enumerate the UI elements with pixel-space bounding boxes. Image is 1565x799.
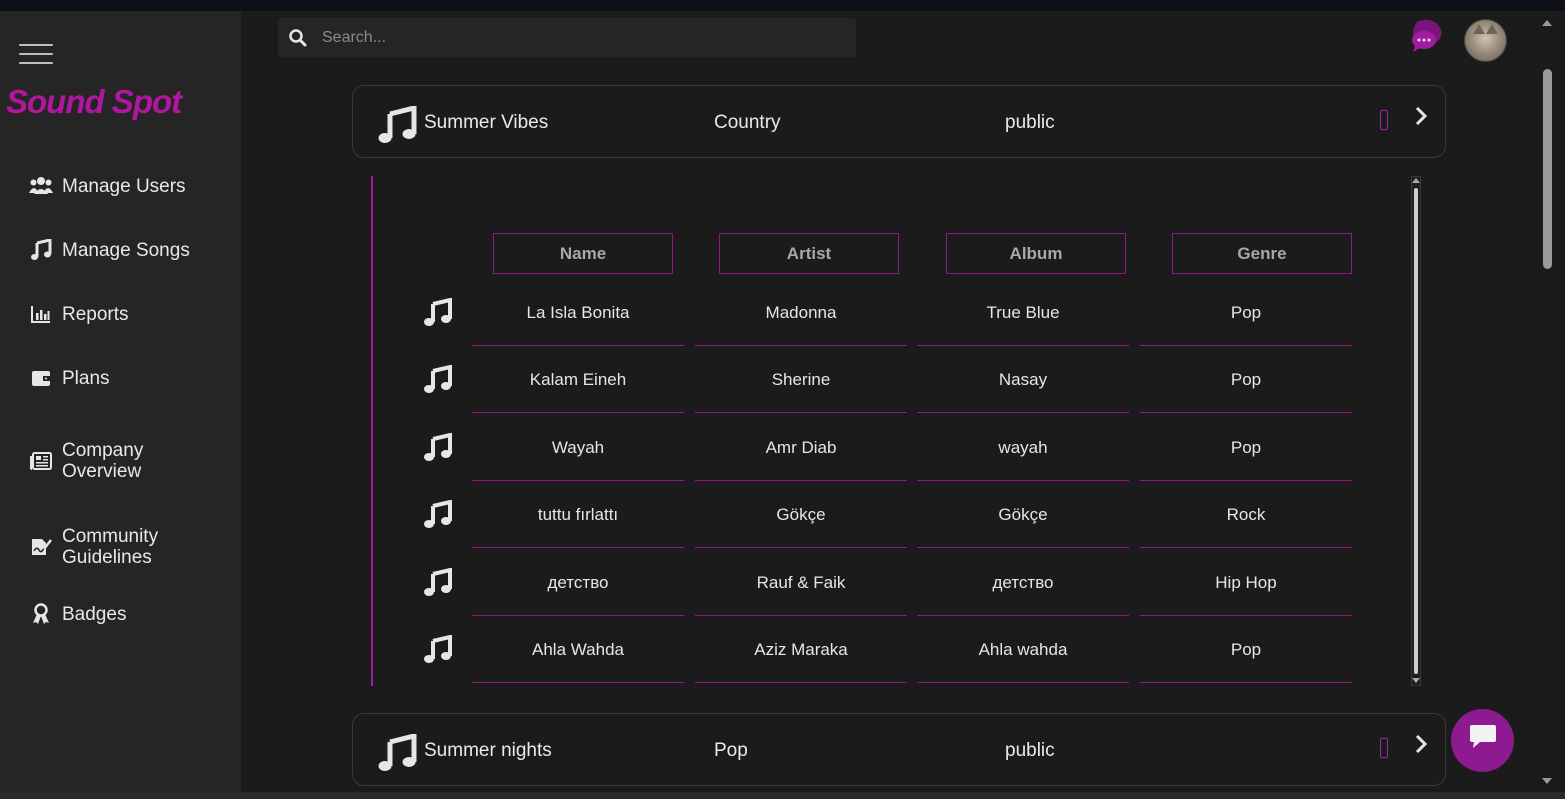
award-icon xyxy=(28,601,54,627)
sidebar-item-label: Company Overview xyxy=(62,440,144,482)
cell-album: детство xyxy=(917,551,1129,616)
cell-album: wayah xyxy=(917,416,1129,481)
playlist-genre: Country xyxy=(714,112,781,133)
column-header-genre: Genre xyxy=(1172,233,1352,274)
table-row[interactable]: Ahla Wahda Aziz Maraka Ahla wahda Pop xyxy=(371,618,1411,685)
panel-scrollbar-thumb[interactable] xyxy=(1414,188,1418,674)
music-icon xyxy=(423,364,453,395)
sidebar-item-label: Reports xyxy=(62,303,129,325)
avatar[interactable] xyxy=(1464,19,1507,62)
newspaper-icon xyxy=(28,448,54,474)
playlist-marker xyxy=(1380,110,1388,130)
cell-genre: Pop xyxy=(1140,348,1352,413)
playlist-visibility: public xyxy=(1005,740,1055,761)
cell-genre: Hip Hop xyxy=(1140,551,1352,616)
column-header-name: Name xyxy=(493,233,673,274)
wallet-icon xyxy=(28,365,54,391)
playlist-name: Summer nights xyxy=(424,740,552,761)
music-icon xyxy=(377,732,417,772)
column-header-artist: Artist xyxy=(719,233,899,274)
cell-artist: Madonna xyxy=(695,281,907,346)
app-logo: Sound Spot xyxy=(6,83,182,120)
search-input[interactable] xyxy=(320,27,824,48)
scroll-down-arrow-icon[interactable] xyxy=(1542,778,1552,784)
chat-bubbles-icon[interactable] xyxy=(1407,18,1447,56)
cell-album: Ahla wahda xyxy=(917,618,1129,683)
playlist-row[interactable]: Summer Vibes Country public xyxy=(352,85,1446,158)
cell-name: Wayah xyxy=(472,416,684,481)
music-icon xyxy=(423,432,453,463)
sidebar-item-label: Manage Songs xyxy=(62,239,190,261)
table-row[interactable]: tuttu fırlattı Gökçe Gökçe Rock xyxy=(371,483,1411,550)
sidebar-item-label: Manage Users xyxy=(62,175,186,197)
users-icon xyxy=(28,173,54,199)
sidebar-item-manage-users[interactable]: Manage Users xyxy=(28,173,186,199)
search-bar[interactable] xyxy=(278,18,856,57)
search-icon xyxy=(288,28,308,48)
column-header-album: Album xyxy=(946,233,1126,274)
music-icon xyxy=(28,237,54,263)
cell-artist: Rauf & Faik xyxy=(695,551,907,616)
playlist-name: Summer Vibes xyxy=(424,112,549,133)
playlist-genre: Pop xyxy=(714,740,748,761)
cell-name: детство xyxy=(472,551,684,616)
sidebar-item-label: Plans xyxy=(62,367,110,389)
cell-artist: Amr Diab xyxy=(695,416,907,481)
cell-name: Ahla Wahda xyxy=(472,618,684,683)
chevron-right-icon[interactable] xyxy=(1411,104,1433,128)
message-icon xyxy=(1468,724,1498,757)
scroll-up-arrow-icon[interactable] xyxy=(1412,178,1420,183)
songs-panel: Name Artist Album Genre La Isla Bonita M… xyxy=(371,176,1423,686)
scroll-down-arrow-icon[interactable] xyxy=(1412,678,1420,683)
table-row[interactable]: детство Rauf & Faik детство Hip Hop xyxy=(371,551,1411,618)
chevron-right-icon[interactable] xyxy=(1411,732,1433,756)
cell-name: tuttu fırlattı xyxy=(472,483,684,548)
music-icon xyxy=(423,634,453,665)
cell-artist: Aziz Maraka xyxy=(695,618,907,683)
sidebar-item-plans[interactable]: Plans xyxy=(28,365,110,391)
sidebar-item-company-overview[interactable]: Company Overview xyxy=(28,440,182,482)
cell-genre: Pop xyxy=(1140,281,1352,346)
playlist-visibility: public xyxy=(1005,112,1055,133)
music-icon xyxy=(423,297,453,328)
sidebar-item-label: Community Guidelines xyxy=(62,526,159,568)
chat-fab-button[interactable] xyxy=(1451,709,1514,772)
window-bottom-strip xyxy=(0,792,1565,799)
cell-album: Nasay xyxy=(917,348,1129,413)
window-top-strip xyxy=(0,0,1565,11)
music-icon xyxy=(423,567,453,598)
cell-genre: Pop xyxy=(1140,618,1352,683)
table-row[interactable]: La Isla Bonita Madonna True Blue Pop xyxy=(371,281,1411,348)
sidebar-item-manage-songs[interactable]: Manage Songs xyxy=(28,237,190,263)
playlist-row[interactable]: Summer nights Pop public xyxy=(352,713,1446,786)
playlist-marker xyxy=(1380,738,1388,758)
cell-artist: Gökçe xyxy=(695,483,907,548)
music-icon xyxy=(423,499,453,530)
cell-name: Kalam Eineh xyxy=(472,348,684,413)
music-icon xyxy=(377,104,417,144)
cell-album: Gökçe xyxy=(917,483,1129,548)
table-row[interactable]: Wayah Amr Diab wayah Pop xyxy=(371,416,1411,483)
chart-icon xyxy=(28,301,54,327)
scroll-up-arrow-icon[interactable] xyxy=(1542,20,1552,26)
cell-album: True Blue xyxy=(917,281,1129,346)
sidebar-item-reports[interactable]: Reports xyxy=(28,301,129,327)
cell-genre: Pop xyxy=(1140,416,1352,481)
hamburger-menu-icon[interactable] xyxy=(19,44,53,66)
cell-genre: Rock xyxy=(1140,483,1352,548)
sidebar-item-badges[interactable]: Badges xyxy=(28,601,126,627)
cell-artist: Sherine xyxy=(695,348,907,413)
signature-icon xyxy=(28,534,54,560)
table-row[interactable]: Kalam Eineh Sherine Nasay Pop xyxy=(371,348,1411,415)
page-scrollbar-thumb[interactable] xyxy=(1543,69,1552,269)
sidebar: Sound Spot Manage Users Manage Songs Rep… xyxy=(0,11,241,799)
sidebar-item-label: Badges xyxy=(62,603,127,625)
sidebar-item-community-guidelines[interactable]: Community Guidelines xyxy=(28,526,192,568)
cell-name: La Isla Bonita xyxy=(472,281,684,346)
